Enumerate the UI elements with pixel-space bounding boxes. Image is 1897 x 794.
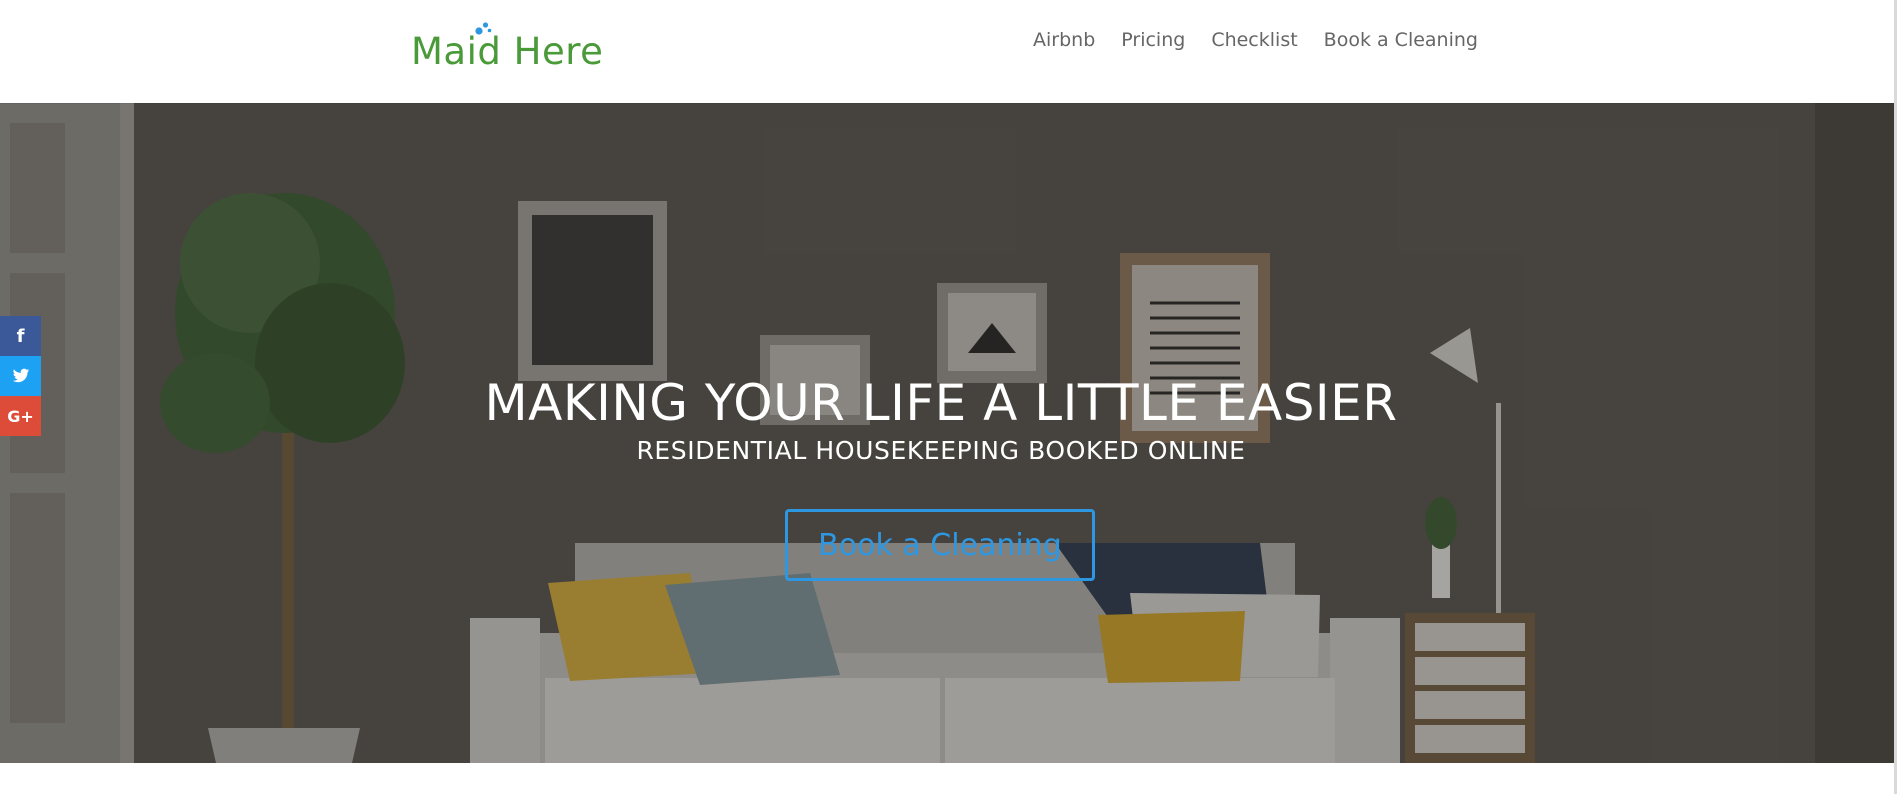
hero-section: MAKING YOUR LIFE A LITTLE EASIER RESIDEN…: [0, 103, 1894, 763]
twitter-bird-icon: [12, 368, 29, 383]
twitter-share-button[interactable]: [0, 356, 41, 396]
main-nav: Airbnb Pricing Checklist Book a Cleaning: [1033, 28, 1478, 52]
nav-item-pricing[interactable]: Pricing: [1121, 28, 1185, 52]
hero-title: MAKING YOUR LIFE A LITTLE EASIER: [484, 374, 1398, 432]
social-share-bar: f G+: [0, 316, 41, 436]
facebook-icon: f: [16, 325, 25, 347]
logo-text: Maid Here: [411, 30, 604, 73]
nav-item-airbnb[interactable]: Airbnb: [1033, 28, 1095, 52]
googleplus-share-button[interactable]: G+: [0, 396, 41, 436]
hero-dark-overlay: [0, 103, 1894, 763]
site-header: Maid Here Airbnb Pricing Checklist Book …: [0, 0, 1897, 103]
site-logo[interactable]: Maid Here: [411, 14, 603, 70]
bubbles-icon: [475, 22, 492, 35]
hero-subtitle: RESIDENTIAL HOUSEKEEPING BOOKED ONLINE: [636, 436, 1246, 465]
book-a-cleaning-button[interactable]: Book a Cleaning: [785, 509, 1095, 581]
nav-item-book-a-cleaning[interactable]: Book a Cleaning: [1324, 28, 1478, 52]
page: Maid Here Airbnb Pricing Checklist Book …: [0, 0, 1897, 794]
nav-item-checklist[interactable]: Checklist: [1211, 28, 1297, 52]
below-hero-area: [0, 763, 1894, 794]
googleplus-icon: G+: [7, 406, 34, 426]
facebook-share-button[interactable]: f: [0, 316, 41, 356]
